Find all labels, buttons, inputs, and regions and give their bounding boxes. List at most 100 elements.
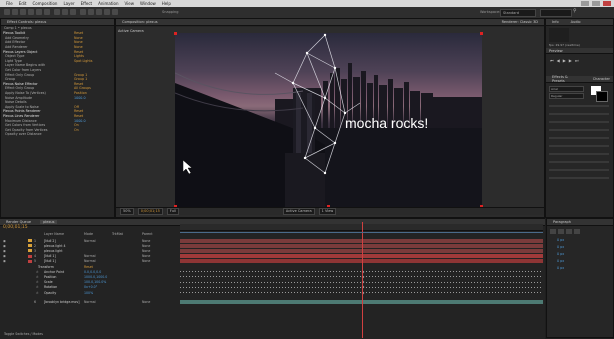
layer-row[interactable]: 6 [brooklyn bridge.mov] Normal None (0, 299, 545, 304)
stopwatch-icon[interactable]: ⏱ (36, 280, 38, 284)
effect-param-value[interactable]: Reset (74, 50, 114, 54)
visibility-eye-icon[interactable]: ◉ (3, 239, 6, 243)
effect-param-value[interactable]: Group 1 (74, 77, 114, 81)
selection-tool-icon[interactable] (4, 9, 10, 15)
effect-param-row[interactable]: Add Geometry None (1, 36, 114, 41)
tab-effect-controls[interactable]: Effect Controls: plexus (4, 20, 49, 24)
layer-color-label[interactable] (28, 259, 32, 263)
effect-param-row[interactable]: Effect Only Group All Groups (1, 86, 114, 91)
resolution-select[interactable]: Full (166, 208, 179, 215)
space-before-value[interactable]: 0 px (557, 258, 613, 265)
menu-help[interactable]: Help (162, 1, 171, 6)
property-value[interactable]: 0.0,0.0,0.0 (84, 270, 101, 274)
pen-tool-icon[interactable] (62, 9, 68, 15)
column-mode[interactable]: Mode (84, 232, 93, 236)
video-frame[interactable]: mocha rocks! (175, 33, 482, 207)
prev-frame-icon[interactable]: ◀ (557, 58, 560, 63)
layer-name[interactable]: plexus light (44, 249, 62, 253)
zoom-tool-icon[interactable] (20, 9, 26, 15)
roto-tool-icon[interactable] (104, 9, 110, 15)
align-center-icon[interactable] (558, 229, 564, 234)
effect-param-value[interactable]: On (74, 123, 114, 127)
effect-param-value[interactable]: Lights (74, 54, 114, 58)
align-right-icon[interactable] (566, 229, 572, 234)
layer-color-label[interactable] (28, 239, 32, 242)
menu-composition[interactable]: Composition (32, 1, 57, 6)
effect-header-row[interactable]: Plexus Lines Renderer Reset (1, 114, 114, 119)
column-parent[interactable]: Parent (142, 232, 153, 236)
first-frame-icon[interactable]: ⏮ (550, 58, 554, 63)
property-value[interactable]: 1000.0,1000.0 (84, 275, 107, 279)
menu-effect[interactable]: Effect (81, 1, 93, 6)
transform-reset-link[interactable]: Reset (84, 265, 93, 269)
property-row[interactable]: ⏱ Opacity 100% (0, 290, 545, 295)
snapping-label[interactable]: Snapping (162, 10, 178, 14)
effect-param-value[interactable]: Group 1 (74, 73, 114, 77)
stopwatch-icon[interactable]: ⏱ (36, 291, 38, 295)
effect-param-row[interactable]: Add Effector None (1, 40, 114, 45)
layer-parent[interactable]: None (142, 300, 150, 304)
tab-render-queue[interactable]: Render Queue (3, 220, 34, 224)
visibility-eye-icon[interactable]: ◉ (3, 249, 6, 253)
font-style-select[interactable]: Regular (549, 93, 584, 99)
layer-mode[interactable]: Normal (84, 259, 96, 263)
effect-header-row[interactable]: Plexus Toolkit Reset (1, 31, 114, 36)
stopwatch-icon[interactable]: ⏱ (36, 275, 38, 279)
character-settings[interactable] (549, 105, 609, 185)
effect-param-value[interactable]: Position (74, 91, 114, 95)
rotate-tool-icon[interactable] (28, 9, 34, 15)
effect-header-row[interactable]: Plexus Layers Object Reset (1, 49, 114, 54)
layer-name[interactable]: plexus light 4 (44, 244, 66, 248)
view-camera-select[interactable]: Active Camera (282, 208, 315, 215)
column-trkmat[interactable]: TrkMat (112, 232, 123, 236)
brush-tool-icon[interactable] (80, 9, 86, 15)
effect-param-value[interactable]: Spot Lights (74, 59, 114, 63)
puppet-tool-icon[interactable] (112, 9, 118, 15)
menu-view[interactable]: View (125, 1, 135, 6)
toggle-switches-label[interactable]: Toggle Switches / Modes (4, 332, 43, 336)
layer-mode[interactable]: Normal (84, 300, 96, 304)
menu-animation[interactable]: Animation (98, 1, 118, 6)
tab-composition[interactable]: Composition: plexus (119, 20, 161, 24)
effect-param-value[interactable]: Reset (74, 31, 114, 35)
effect-param-row[interactable]: Object Type Lights (1, 54, 114, 59)
effect-param-row[interactable]: Get Colors from Vertices On (1, 123, 114, 128)
maximize-button[interactable] (592, 1, 600, 6)
layer-parent[interactable]: None (142, 244, 150, 248)
tab-plexus-comp[interactable]: plexus (40, 220, 58, 224)
effect-param-value[interactable]: 1000.0 (74, 96, 114, 100)
tab-character[interactable]: Character (590, 77, 613, 81)
menu-layer[interactable]: Layer (63, 1, 74, 6)
property-value[interactable]: 100.0,100.0% (84, 280, 106, 284)
stopwatch-icon[interactable]: ⏱ (36, 270, 38, 274)
layer-parent[interactable]: None (142, 249, 150, 253)
play-icon[interactable]: ▶ (563, 58, 566, 63)
bounds-handle-tl[interactable] (174, 32, 177, 35)
layer-name[interactable]: [Null 2] (44, 239, 56, 243)
timeline-timecode[interactable]: 0;00;01;15 (3, 225, 28, 230)
effect-param-row[interactable]: Apply Scale to Noise Off (1, 105, 114, 110)
tab-paragraph[interactable]: Paragraph (550, 220, 574, 224)
effect-param-row[interactable]: Noise Amplitude 1000.0 (1, 95, 114, 100)
layer-parent[interactable]: None (142, 259, 150, 263)
playhead[interactable] (362, 222, 363, 338)
effect-param-row[interactable]: Opacity over Distance (1, 132, 114, 137)
layer-mode[interactable]: Normal (84, 254, 96, 258)
effect-param-value[interactable]: 1000.0 (74, 119, 114, 123)
menu-window[interactable]: Window (140, 1, 156, 6)
layer-parent[interactable]: None (142, 254, 150, 258)
indent-right-value[interactable]: 0 px (557, 244, 613, 251)
property-value[interactable]: 100% (84, 291, 93, 295)
effect-param-row[interactable]: Apply Noise To (Vertices) Position (1, 91, 114, 96)
visibility-eye-icon[interactable]: ◉ (3, 244, 6, 248)
effect-param-value[interactable]: Reset (74, 82, 114, 86)
stroke-color-swatch[interactable] (596, 91, 608, 102)
effect-header-row[interactable]: Plexus Noise Effector Reset (1, 82, 114, 87)
effect-param-row[interactable]: Maximum Distance 1000.0 (1, 118, 114, 123)
eraser-tool-icon[interactable] (96, 9, 102, 15)
layer-name[interactable]: [Null 1] (44, 259, 56, 263)
effect-param-row[interactable]: Group Group 1 (1, 77, 114, 82)
type-tool-icon[interactable] (70, 9, 76, 15)
views-select[interactable]: 1 View (318, 208, 337, 215)
tab-preview[interactable]: Preview (549, 49, 563, 53)
